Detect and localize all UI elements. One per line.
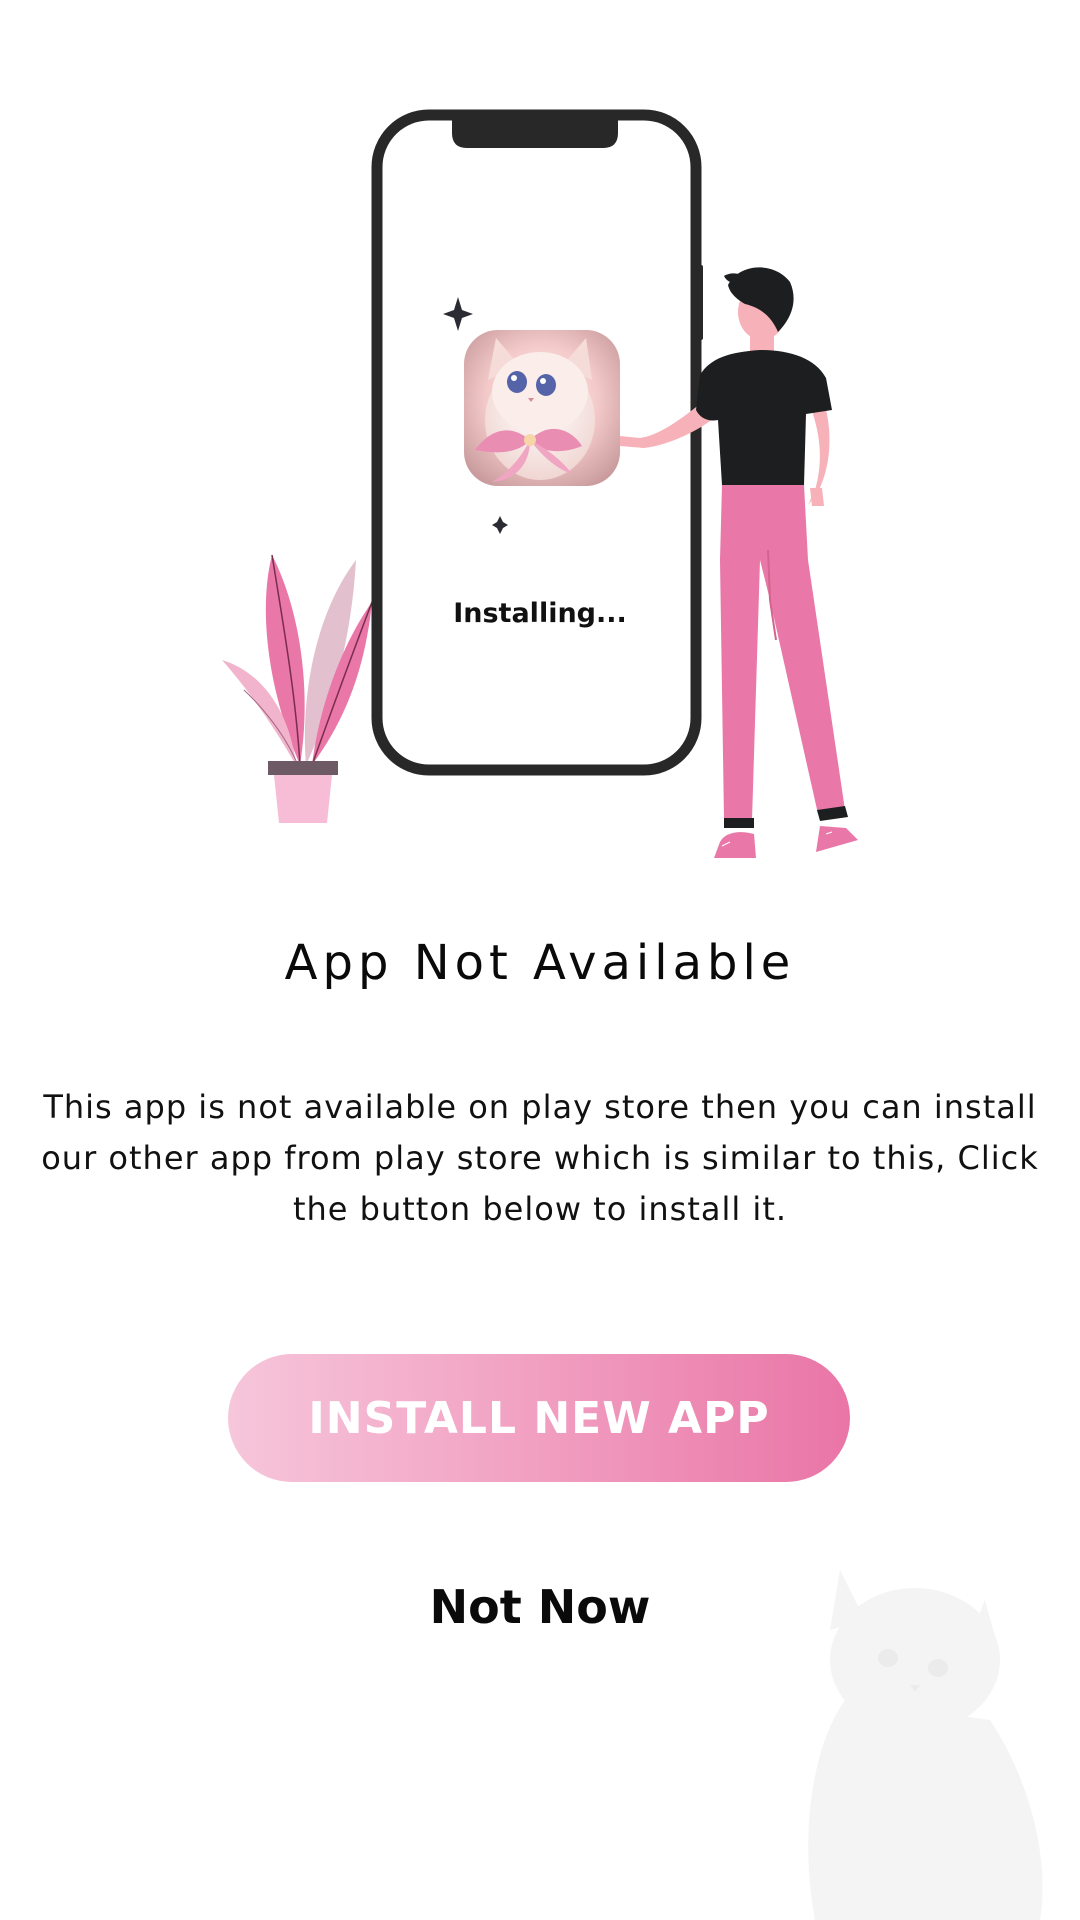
plant-illustration [222, 554, 373, 823]
install-new-app-button[interactable]: INSTALL NEW APP [228, 1354, 850, 1482]
dialog-title: App Not Available [284, 935, 796, 991]
install-button-label: INSTALL NEW APP [308, 1392, 770, 1444]
kitten-watermark-icon [808, 1570, 1043, 1920]
kitten-app-icon [464, 330, 620, 486]
installing-status-text: Installing... [453, 598, 627, 629]
not-now-button[interactable]: Not Now [340, 1580, 740, 1634]
installing-illustration [222, 109, 858, 858]
dialog-description: This app is not available on play store … [41, 1088, 1039, 1228]
